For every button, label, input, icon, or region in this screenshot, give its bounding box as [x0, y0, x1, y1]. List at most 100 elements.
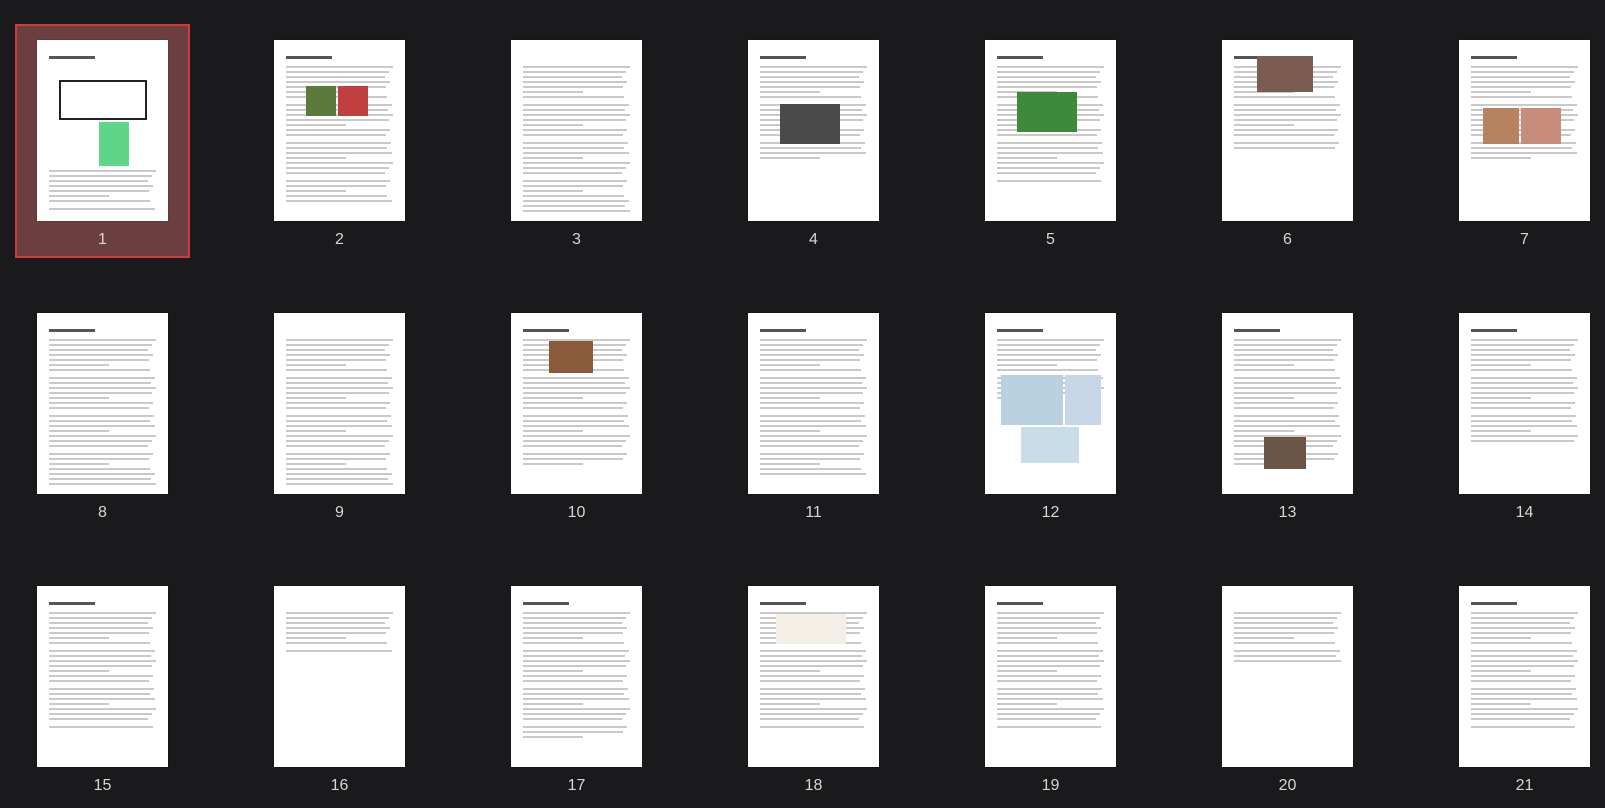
text-line	[49, 458, 149, 460]
text-line	[286, 430, 346, 432]
page-heading-line	[1234, 329, 1280, 332]
text-line	[1471, 642, 1572, 644]
page-thumbnail-20[interactable]: 20	[1200, 570, 1375, 804]
text-line	[286, 435, 393, 437]
text-line	[286, 349, 385, 351]
text-line	[286, 167, 389, 169]
text-line	[523, 415, 628, 417]
text-line	[286, 109, 388, 111]
text-line	[523, 152, 629, 154]
page-thumbnail-10[interactable]: 10	[489, 297, 664, 531]
page-thumbnail-6[interactable]: 6	[1200, 24, 1375, 258]
page-thumbnail-3[interactable]: 3	[489, 24, 664, 258]
page-number-label: 14	[1515, 504, 1534, 521]
page-thumbnail-11[interactable]: 11	[726, 297, 901, 531]
page-thumbnail-7[interactable]: 7	[1437, 24, 1605, 258]
text-line	[760, 147, 861, 149]
page-thumbnail-13[interactable]: 13	[1200, 297, 1375, 531]
text-line	[760, 688, 865, 690]
page-thumbnail-1[interactable]: 1	[15, 24, 190, 258]
page-heading-line	[286, 56, 332, 59]
text-line	[523, 377, 629, 379]
page-thumbnail-21[interactable]: 21	[1437, 570, 1605, 804]
text-line	[523, 708, 630, 710]
text-line	[49, 349, 148, 351]
text-line	[49, 675, 153, 677]
text-line	[997, 162, 1104, 164]
page-preview	[274, 586, 405, 767]
text-line	[49, 665, 152, 667]
text-line	[49, 693, 150, 695]
text-line	[997, 349, 1096, 351]
page-number-label: 20	[1278, 777, 1297, 794]
text-line	[1234, 369, 1335, 371]
text-line	[1234, 430, 1294, 432]
page-thumbnail-18[interactable]: 18	[726, 570, 901, 804]
text-line	[286, 463, 346, 465]
text-line	[997, 627, 1101, 629]
text-line	[523, 698, 629, 700]
page-thumbnail-17[interactable]: 17	[489, 570, 664, 804]
page-thumbnail-2[interactable]: 2	[252, 24, 427, 258]
page-thumbnail-16[interactable]: 16	[252, 570, 427, 804]
text-line	[523, 718, 622, 720]
text-line	[760, 698, 866, 700]
text-line	[523, 71, 626, 73]
page-thumbnail-12[interactable]: 12	[963, 297, 1138, 531]
text-line	[49, 407, 149, 409]
text-line	[1471, 364, 1531, 366]
text-line	[523, 205, 625, 207]
text-line	[49, 463, 109, 465]
text-line	[523, 660, 630, 662]
page-number-label: 9	[335, 504, 344, 521]
text-line	[286, 473, 392, 475]
page-preview	[985, 40, 1116, 221]
text-line	[1471, 655, 1573, 657]
text-line	[49, 622, 148, 624]
page-thumbnail-9[interactable]: 9	[252, 297, 427, 531]
text-line	[286, 425, 392, 427]
text-line	[997, 339, 1104, 341]
page-thumbnail-grid: 1 2 3 4 5 6 7 8 9 10 11 12 13 14 15 16 17 18 19 20 21	[0, 0, 1605, 808]
text-line	[1471, 612, 1578, 614]
text-line	[1471, 96, 1572, 98]
text-line	[286, 354, 390, 356]
page-thumbnail-4[interactable]: 4	[726, 24, 901, 258]
text-line	[760, 377, 866, 379]
page-thumbnail-5[interactable]: 5	[963, 24, 1138, 258]
text-line	[523, 134, 623, 136]
text-line	[523, 688, 628, 690]
page-heading-line	[760, 56, 806, 59]
page-image	[1065, 375, 1101, 425]
text-line	[49, 612, 156, 614]
page-number-label: 4	[809, 231, 818, 248]
text-line	[760, 91, 820, 93]
text-line	[760, 420, 861, 422]
text-line	[523, 66, 630, 68]
text-line	[49, 642, 150, 644]
text-line	[49, 483, 156, 485]
text-line	[760, 86, 860, 88]
text-line	[760, 96, 861, 98]
text-line	[1234, 364, 1294, 366]
page-preview	[37, 313, 168, 494]
text-line	[1471, 71, 1574, 73]
page-number-label: 16	[330, 777, 349, 794]
text-line	[49, 726, 153, 728]
page-number-label: 12	[1041, 504, 1060, 521]
text-line	[1471, 392, 1574, 394]
text-line	[1471, 147, 1572, 149]
text-line	[286, 440, 389, 442]
text-line	[1471, 402, 1575, 404]
page-preview	[1222, 313, 1353, 494]
text-line	[1471, 397, 1531, 399]
text-line	[49, 377, 155, 379]
page-thumbnail-15[interactable]: 15	[15, 570, 190, 804]
page-thumbnail-14[interactable]: 14	[1437, 297, 1605, 531]
page-image	[338, 86, 368, 116]
page-thumbnail-8[interactable]: 8	[15, 297, 190, 531]
page-thumbnail-19[interactable]: 19	[963, 570, 1138, 804]
text-line	[760, 453, 864, 455]
text-line	[1471, 369, 1572, 371]
text-line	[760, 718, 859, 720]
